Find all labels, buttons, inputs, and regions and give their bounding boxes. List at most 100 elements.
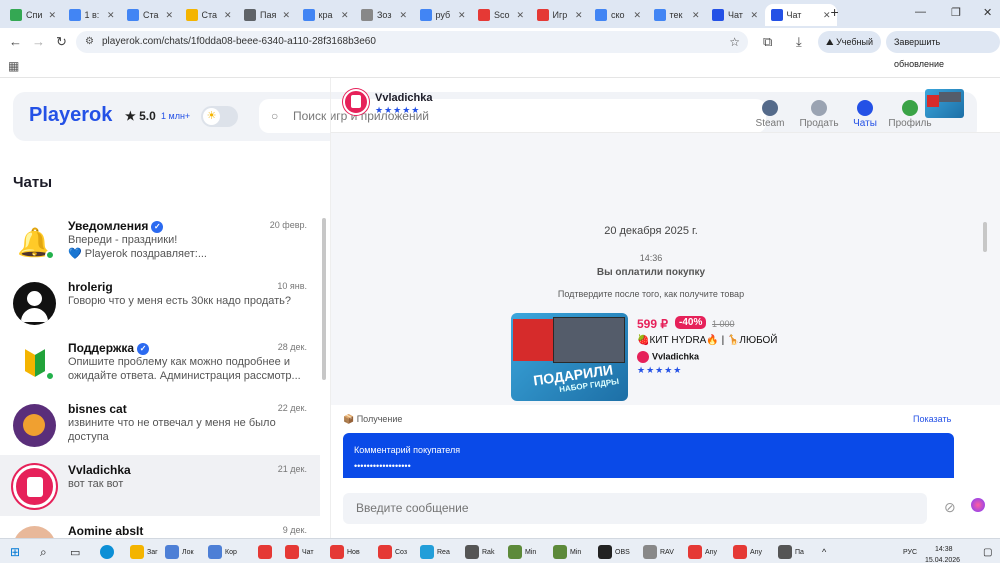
show-link[interactable]: Показать [913,414,951,424]
tab-label: ско [611,10,625,20]
browser-tab[interactable]: Sco ✕ [472,4,530,26]
taskbar-search-icon[interactable]: ⌕ [40,544,47,560]
browser-tab[interactable]: ско ✕ [589,4,647,26]
chat-list-item[interactable]: hrolerig 10 янв. Говорю что у меня есть 30… [0,272,320,333]
edge-icon[interactable] [100,544,114,560]
browser-tab[interactable]: Спи ✕ [4,4,62,26]
chat-scrollbar[interactable] [983,222,987,252]
forward-icon[interactable]: → [32,34,45,49]
tab-close-icon[interactable]: ✕ [458,10,466,21]
back-icon[interactable]: ← [9,34,22,49]
downloads-icon[interactable]: ⤓ [796,34,802,50]
chat-list-item[interactable]: bisnes cat 22 дек. извините что не отвечал… [0,394,320,455]
taskbar-app[interactable]: Min [508,544,536,560]
thumb-figure [513,319,553,361]
tab-close-icon[interactable]: ✕ [341,10,349,21]
bookmark-star-icon[interactable]: ☆ [729,31,740,53]
taskbar-app[interactable]: Rak [465,544,494,560]
product-card[interactable]: ПОДАРИЛИ НАБОР ГИДРЫ 599 ₽ -40% 1 000 🍓К… [511,313,811,403]
chat-list-item[interactable]: Поддержка ✓ 28 дек. Опишите проблему как мо… [0,333,320,394]
chat-list-item[interactable]: Aomine absIt 9 дек. [0,516,320,538]
address-toolbar: ← → ↻ ⚙ playerok.com/chats/1f0dda08-beee… [0,28,1000,69]
taskbar-app-icon [778,545,792,559]
partner-avatar[interactable] [343,89,369,115]
browser-tab[interactable]: 1 в: ✕ [63,4,121,26]
minimize-icon[interactable]: — [915,6,926,18]
tab-favicon-icon [419,9,432,21]
browser-tab[interactable]: Чат ✕ [706,4,764,26]
tab-close-icon[interactable]: ✕ [165,10,173,21]
tab-close-icon[interactable]: ✕ [823,10,831,21]
taskbar-app[interactable]: Нов [330,544,360,560]
browser-tab[interactable]: тек ✕ [648,4,706,26]
finish-update-button[interactable]: Завершить обновление [886,31,1000,69]
tab-close-icon[interactable]: ✕ [107,10,115,21]
verified-badge-icon: ✓ [137,342,150,355]
browser-tab[interactable]: Ста ✕ [121,4,179,26]
chat-list-item[interactable]: 🔔 Уведомления ✓ 20 февр. Впереди - праздники… [0,211,320,272]
tab-close-icon[interactable]: ✕ [224,10,232,21]
theme-toggle[interactable]: ☀ [201,106,238,127]
taskbar-app[interactable]: Any [733,544,762,560]
taskbar-app[interactable]: Кор [208,544,237,560]
partner-name[interactable]: Vvladichka [375,92,432,104]
notifications-icon[interactable]: ▢ [983,544,992,560]
taskbar-app[interactable] [258,544,275,560]
windows-start-icon[interactable]: ⊞ [10,544,20,560]
apps-grid-icon[interactable]: ▦ [8,59,19,73]
taskbar-app[interactable]: Соз [378,544,407,560]
browser-tab[interactable]: Игр ✕ [531,4,589,26]
taskbar-app[interactable]: Лок [165,544,194,560]
tab-close-icon[interactable]: ✕ [282,10,290,21]
browser-tab[interactable]: Ста ✕ [180,4,238,26]
chat-messages: 20 декабря 2025 г. 14:36 Вы оплатили пок… [331,133,1000,424]
taskbar-app[interactable]: Па [778,544,804,560]
tab-close-icon[interactable]: ✕ [48,10,56,21]
url-text: playerok.com/chats/1f0dda08-beee-6340-a1… [102,36,376,47]
browser-tab[interactable]: Чат ✕ [764,4,837,26]
message-input[interactable] [343,493,927,524]
taskbar-app[interactable]: Rea [420,544,450,560]
clock-date[interactable]: 15.04.2026 [925,552,960,568]
event-subtitle: Подтвердите после того, как получите тов… [557,289,745,299]
taskbar-app[interactable]: Any [688,544,717,560]
reload-icon[interactable]: ↻ [56,34,67,50]
site-info-icon[interactable]: ⚙ [85,31,94,53]
browser-tab[interactable]: Пая ✕ [238,4,296,26]
ai-assistant-icon[interactable] [971,498,985,512]
taskbar-app[interactable]: RAV [643,544,674,560]
tab-close-icon[interactable]: ✕ [633,10,641,21]
product-mini-thumbnail[interactable] [925,89,964,118]
product-title[interactable]: 🍓КИТ HYDRA🔥 | 🦒ЛЮБОЙ [637,335,778,346]
site-logo[interactable]: Playerok [29,104,112,127]
task-view-icon[interactable]: ▭ [70,544,80,560]
maximize-icon[interactable]: ❐ [951,6,961,19]
taskbar-app[interactable]: Чат [285,544,314,560]
profile-button[interactable]: ⛰ Учебный [818,31,882,53]
language-indicator[interactable]: РУС [903,544,917,560]
taskbar-app[interactable]: Min [553,544,581,560]
chat-list-scrollbar[interactable] [322,218,326,380]
url-field[interactable]: ⚙ playerok.com/chats/1f0dda08-beee-6340-… [76,31,748,53]
extensions-icon[interactable]: ⧉ [763,34,772,50]
browser-tab[interactable]: руб ✕ [414,4,472,26]
tab-close-icon[interactable]: ✕ [516,10,524,21]
event-time: 14:36 [639,253,663,263]
new-tab-button[interactable]: + [831,4,839,20]
taskbar-app[interactable]: Заг [130,544,158,560]
tab-close-icon[interactable]: ✕ [750,10,758,21]
chat-date: 20 февр. [269,220,307,230]
product-seller[interactable]: Vvladichka [637,351,699,363]
tab-close-icon[interactable]: ✕ [575,10,583,21]
tab-close-icon[interactable]: ✕ [399,10,407,21]
product-thumbnail[interactable]: ПОДАРИЛИ НАБОР ГИДРЫ [511,313,628,401]
browser-tab[interactable]: Зоз ✕ [355,4,413,26]
tray-overflow-icon[interactable]: ^ [822,544,826,560]
chat-list-item[interactable]: Vvladichka 21 дек. вот так вот [0,455,320,516]
taskbar-app[interactable]: OBS [598,544,630,560]
browser-tab[interactable]: кра ✕ [297,4,355,26]
tab-close-icon[interactable]: ✕ [692,10,700,21]
old-price: 1 000 [712,319,735,329]
attach-icon[interactable]: ⊘ [944,499,956,516]
close-window-icon[interactable]: ✕ [983,6,992,19]
